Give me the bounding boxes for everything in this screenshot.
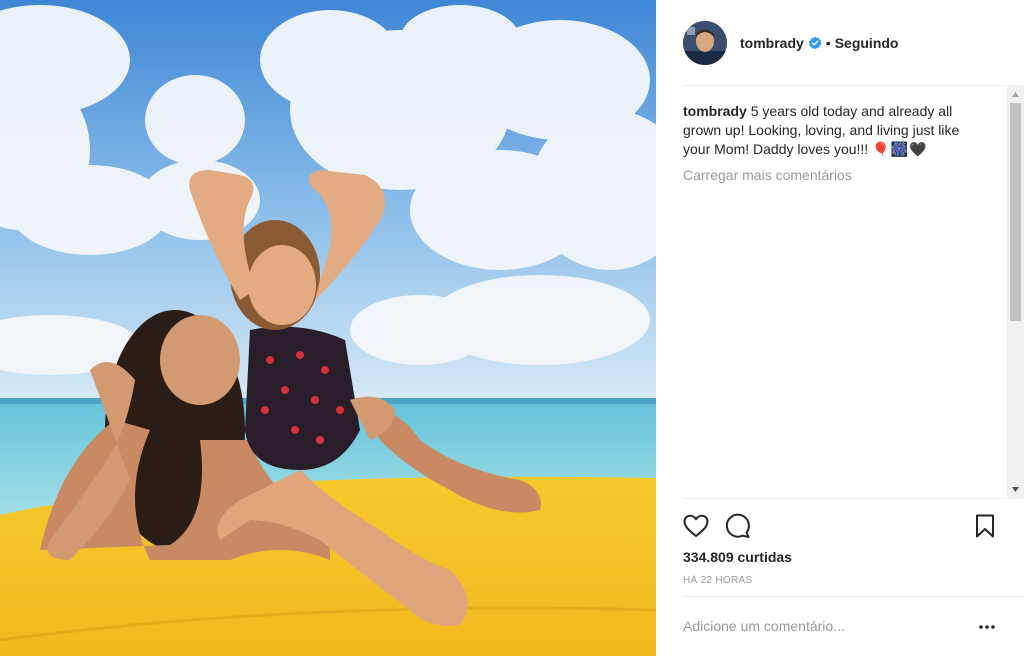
follow-status-button[interactable]: Seguindo (835, 35, 899, 51)
comment-bubble-icon[interactable] (724, 512, 752, 540)
header-separator: • (825, 35, 831, 51)
instagram-post: tombrady • Seguindo tombrady 5 years old… (0, 0, 1024, 656)
comments-scrollbar[interactable] (1007, 86, 1024, 498)
more-options-icon[interactable] (975, 620, 999, 634)
post-timestamp: HÁ 22 HORAS (683, 575, 753, 586)
add-comment-input[interactable] (683, 614, 973, 638)
scroll-up-arrow-icon[interactable] (1007, 86, 1024, 103)
avatar[interactable] (683, 21, 727, 65)
post-photo[interactable] (0, 0, 656, 656)
comments-area: tombrady 5 years old today and already a… (683, 86, 1008, 498)
load-more-comments-link[interactable]: Carregar mais comentários (683, 167, 852, 183)
header-username[interactable]: tombrady (740, 35, 804, 51)
action-bar (683, 508, 996, 542)
caption-emoji: 🎈🎆🖤 (872, 141, 928, 157)
photo-illustration (0, 0, 656, 656)
caption: tombrady 5 years old today and already a… (683, 102, 983, 159)
actions-divider (683, 498, 1023, 499)
caption-username[interactable]: tombrady (683, 103, 747, 119)
header-line: tombrady • Seguindo (740, 34, 898, 52)
bookmark-icon[interactable] (971, 512, 999, 540)
scrollbar-thumb[interactable] (1010, 103, 1021, 321)
heart-icon[interactable] (682, 512, 710, 540)
likes-count[interactable]: 334.809 curtidas (683, 549, 792, 565)
avatar-image (683, 21, 727, 65)
scroll-down-arrow-icon[interactable] (1007, 481, 1024, 498)
post-header: tombrady • Seguindo (656, 0, 1024, 86)
verified-badge-icon (808, 36, 822, 50)
